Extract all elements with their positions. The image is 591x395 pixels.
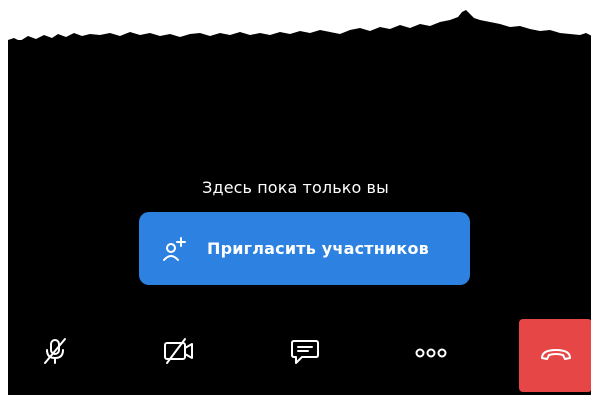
- end-call-icon: [538, 344, 574, 368]
- add-person-icon: [159, 233, 191, 265]
- mute-microphone-button[interactable]: [35, 333, 75, 373]
- invite-participants-button[interactable]: Пригласить участников: [139, 212, 470, 285]
- chat-icon: [288, 335, 322, 371]
- camera-off-icon: [161, 335, 197, 371]
- more-icon: [414, 344, 448, 363]
- microphone-off-icon: [39, 335, 71, 371]
- status-text: Здесь пока только вы: [202, 178, 389, 197]
- call-window: Здесь пока только вы Пригласить участник…: [0, 0, 591, 395]
- end-call-button[interactable]: [519, 319, 591, 392]
- invite-participants-label: Пригласить участников: [207, 239, 429, 258]
- toggle-camera-button[interactable]: [159, 333, 199, 373]
- chat-button[interactable]: [285, 333, 325, 373]
- more-options-button[interactable]: [411, 333, 451, 373]
